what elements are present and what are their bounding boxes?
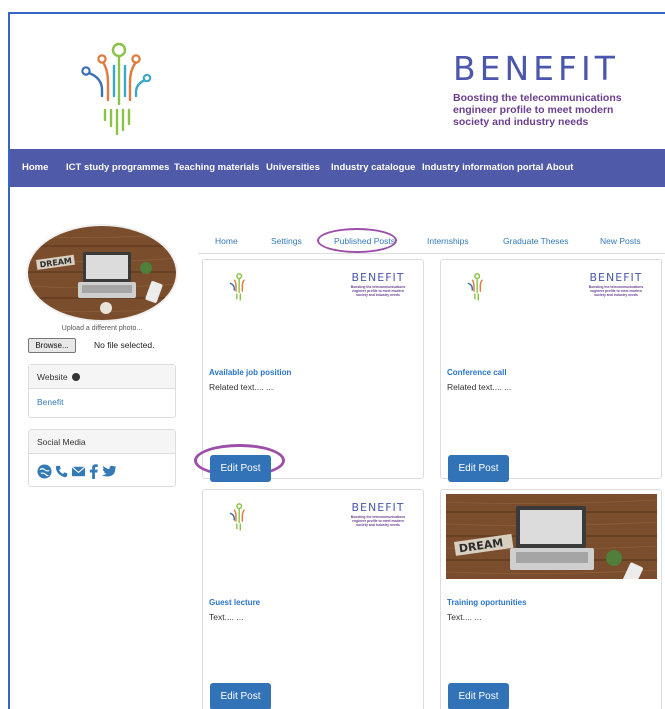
- edit-post-button[interactable]: Edit Post: [448, 455, 509, 482]
- nav-item-ict-study-programmes[interactable]: ICT study programmes: [66, 162, 169, 173]
- post-title[interactable]: Training oportunities: [447, 598, 527, 607]
- facebook-icon[interactable]: [89, 464, 99, 479]
- post-thumbnail: BENEFIT Boosting the telecommunications …: [209, 266, 417, 310]
- post-card: BENEFIT Boosting the telecommunications …: [194, 259, 424, 482]
- file-status-text: No file selected.: [94, 340, 155, 350]
- brand-tagline: Boosting the telecommunications engineer…: [453, 92, 663, 128]
- globe-icon[interactable]: [37, 464, 52, 479]
- mini-brand: BENEFIT Boosting the telecommunications …: [343, 272, 413, 297]
- tagline-line: Boosting the telecommunications: [453, 92, 622, 104]
- mini-brand-tagline: Boosting the telecommunications engineer…: [343, 515, 413, 527]
- benefit-tree-logo: [81, 42, 152, 136]
- tagline-line: society and industry needs: [453, 116, 589, 128]
- globe-icon: [71, 373, 80, 381]
- website-panel-header: Website: [29, 365, 175, 389]
- upload-photo-label: Upload a different photo...: [61, 325, 143, 332]
- edit-post-button[interactable]: Edit Post: [210, 683, 271, 709]
- phone-icon[interactable]: [55, 464, 68, 479]
- brand-name: BENEFIT: [453, 49, 619, 88]
- social-media-panel: Social Media: [28, 429, 176, 487]
- mini-brand-name: BENEFIT: [351, 501, 405, 514]
- nav-item-industry-information-portal[interactable]: Industry information portal: [422, 162, 543, 173]
- social-media-panel-header: Social Media: [29, 430, 175, 454]
- post-title[interactable]: Guest lecture: [209, 598, 260, 607]
- post-thumbnail: BENEFIT Boosting the telecommunications …: [447, 266, 655, 310]
- brand-block: BENEFIT Boosting the telecommunications …: [453, 49, 663, 129]
- benefit-tree-logo: [229, 273, 245, 301]
- mini-brand-tagline: Boosting the telecommunications engineer…: [581, 285, 651, 297]
- tab-new-posts[interactable]: New Posts: [600, 236, 641, 246]
- website-link[interactable]: Benefit: [37, 397, 63, 407]
- website-panel: Website Benefit: [28, 364, 176, 418]
- post-title[interactable]: Conference call: [447, 368, 507, 377]
- tagline-line: society and industry needs: [356, 293, 400, 297]
- post-title[interactable]: Available job position: [209, 368, 291, 377]
- mini-brand: BENEFIT Boosting the telecommunications …: [581, 272, 651, 297]
- mini-brand-tagline: Boosting the telecommunications engineer…: [343, 285, 413, 297]
- post-thumbnail: BENEFIT Boosting the telecommunications …: [209, 496, 417, 540]
- edit-post-button[interactable]: Edit Post: [210, 455, 271, 482]
- tagline-line: society and industry needs: [594, 293, 638, 297]
- profile-photo: DREAM: [28, 226, 176, 320]
- tagline-line: engineer profile to meet modern: [453, 104, 614, 116]
- tab-graduate-theses[interactable]: Graduate Theses: [503, 236, 569, 246]
- post-card: BENEFIT Boosting the telecommunications …: [202, 489, 424, 709]
- post-text: Related text.... ...: [209, 382, 274, 392]
- browse-button[interactable]: Browse...: [28, 338, 76, 353]
- social-media-heading: Social Media: [37, 437, 86, 447]
- tab-settings[interactable]: Settings: [271, 236, 302, 246]
- mail-icon[interactable]: [71, 464, 86, 479]
- mini-brand: BENEFIT Boosting the telecommunications …: [343, 502, 413, 527]
- nav-item-universities[interactable]: Universities: [266, 162, 320, 173]
- nav-item-teaching-materials[interactable]: Teaching materials: [174, 162, 259, 173]
- post-text: Text.... ...: [447, 612, 482, 622]
- post-thumbnail: DREAM: [446, 494, 657, 579]
- nav-item-industry-catalogue[interactable]: Industry catalogue: [331, 162, 415, 173]
- site-header: BENEFIT Boosting the telecommunications …: [10, 14, 665, 149]
- edit-post-button[interactable]: Edit Post: [448, 683, 509, 709]
- post-text: Text.... ...: [209, 612, 244, 622]
- tab-internships[interactable]: Internships: [427, 236, 469, 246]
- mini-brand-name: BENEFIT: [351, 271, 405, 284]
- twitter-icon[interactable]: [102, 464, 117, 479]
- profile-tabs: Home Settings Published Posts Internship…: [198, 228, 665, 254]
- tab-home[interactable]: Home: [215, 236, 238, 246]
- mini-brand-name: BENEFIT: [589, 271, 643, 284]
- nav-item-about[interactable]: About: [546, 162, 573, 173]
- website-heading: Website: [37, 372, 68, 382]
- main-nav: Home ICT study programmes Teaching mater…: [10, 149, 665, 187]
- benefit-tree-logo: [467, 273, 483, 301]
- tab-highlight-ellipse: [317, 228, 397, 253]
- page-frame: BENEFIT Boosting the telecommunications …: [8, 12, 665, 709]
- nav-item-home[interactable]: Home: [22, 162, 48, 173]
- post-card: BENEFIT Boosting the telecommunications …: [440, 259, 662, 482]
- desk-photo-image: DREAM: [446, 494, 657, 579]
- post-card: DREAM Training oportunities Text.... ...…: [440, 489, 662, 709]
- post-text: Related text.... ...: [447, 382, 512, 392]
- benefit-tree-logo: [229, 503, 245, 531]
- social-icons-row: [37, 464, 167, 479]
- tagline-line: society and industry needs: [356, 523, 400, 527]
- desk-photo-image: DREAM: [28, 226, 176, 320]
